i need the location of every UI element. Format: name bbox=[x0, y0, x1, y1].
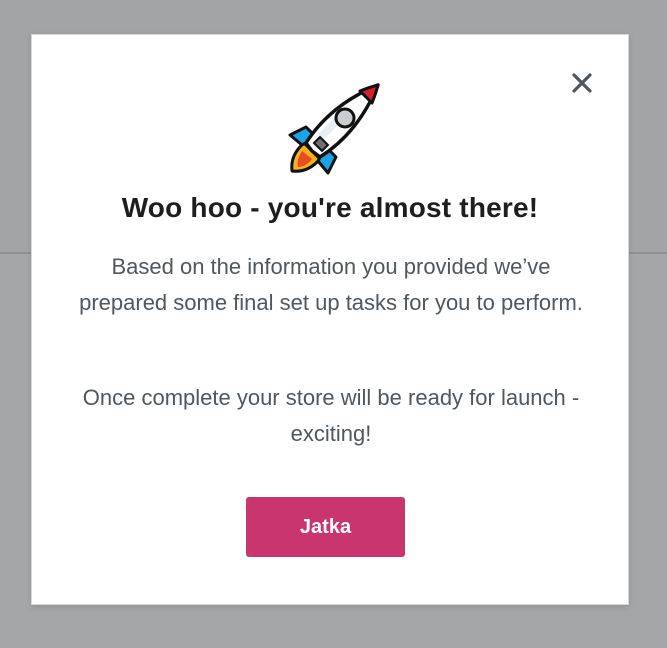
welcome-modal: Woo hoo - you're almost there! Based on … bbox=[31, 34, 629, 605]
close-icon[interactable] bbox=[570, 71, 594, 95]
modal-launch-note: Once complete your store will be ready f… bbox=[82, 385, 580, 446]
close-button[interactable] bbox=[568, 69, 596, 97]
rocket-icon bbox=[288, 83, 380, 175]
modal-description: Based on the information you provided we… bbox=[79, 254, 583, 315]
continue-button[interactable]: Jatka bbox=[246, 497, 405, 557]
modal-title: Woo hoo - you're almost there! bbox=[121, 192, 539, 223]
